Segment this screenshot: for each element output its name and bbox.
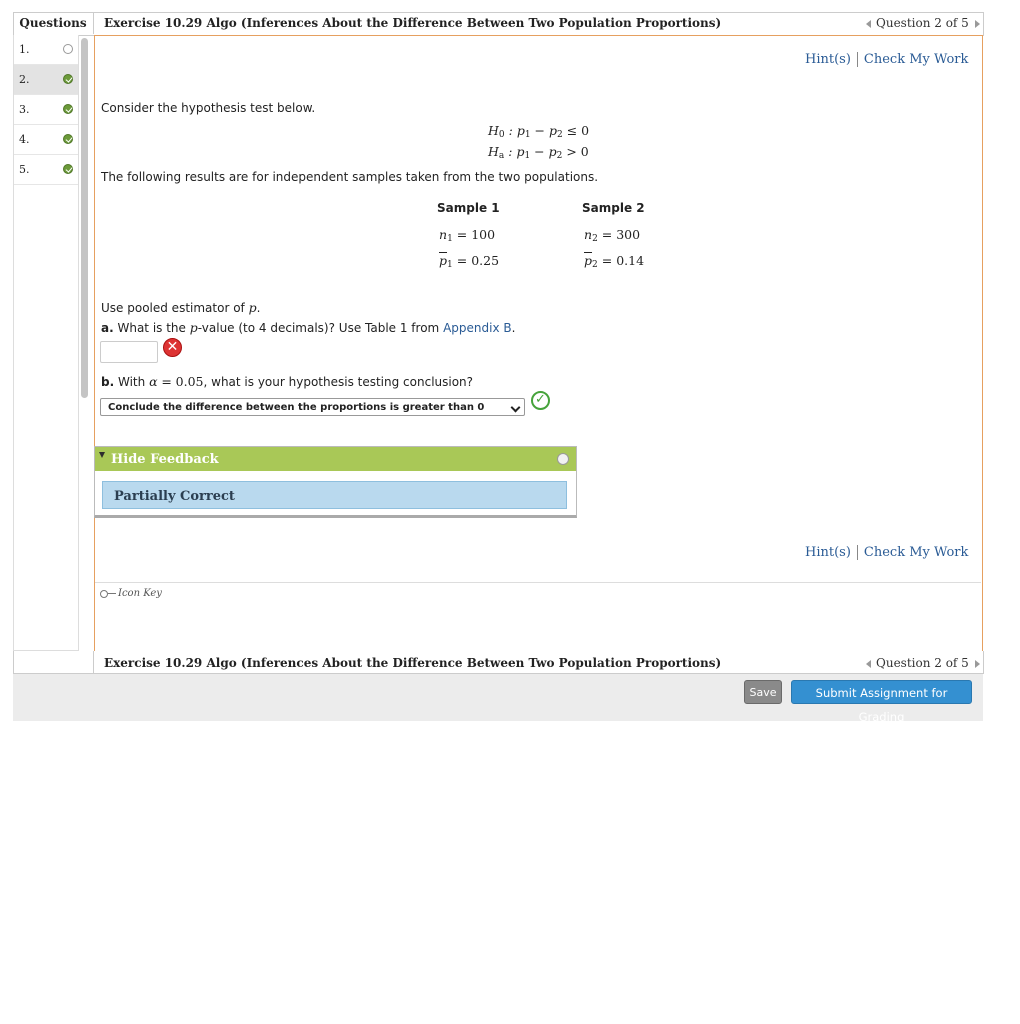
collapse-triangle-icon[interactable] (99, 452, 105, 458)
sidebar-item-1[interactable]: 1. (14, 35, 78, 65)
key-icon (100, 589, 116, 598)
hint-link[interactable]: Hint(s) (805, 52, 851, 67)
check-my-work-link[interactable]: Check My Work (864, 52, 969, 67)
next-question-icon[interactable] (974, 19, 980, 28)
unanswered-status-icon (63, 44, 73, 54)
answered-status-icon (63, 104, 73, 114)
sidebar-item-5[interactable]: 5. (14, 155, 78, 185)
hide-feedback-toggle[interactable]: Hide Feedback (111, 452, 219, 467)
question-navigator-bottom: Question 2 of 5 (866, 652, 980, 674)
exercise-title: Exercise 10.29 Algo (Inferences About th… (104, 16, 722, 30)
answered-status-icon (63, 74, 73, 84)
answered-status-icon (63, 164, 73, 174)
null-hypothesis: H0 : p1 − p2 ≤ 0 (488, 123, 590, 140)
part-b-question: b. With α = 0.05, what is your hypothesi… (101, 374, 474, 389)
question-navigator: Question 2 of 5 (866, 12, 980, 34)
sample1-pbar: p1 = 0.25 (439, 253, 500, 270)
divider (95, 582, 981, 583)
results-text: The following results are for independen… (101, 170, 599, 184)
icon-key[interactable]: Icon Key (100, 588, 162, 599)
prev-question-icon[interactable] (866, 659, 871, 668)
prev-question-icon[interactable] (866, 19, 871, 28)
check-my-work-link[interactable]: Check My Work (864, 545, 969, 560)
hint-link[interactable]: Hint(s) (805, 545, 851, 560)
sidebar-item-2[interactable]: 2. (14, 65, 78, 95)
sidebar-item-4[interactable]: 4. (14, 125, 78, 155)
sample1-n: n1 = 100 (439, 227, 496, 244)
alternative-hypothesis: Ha : p1 − p2 > 0 (488, 144, 589, 161)
sample2-header: Sample 2 (582, 201, 645, 215)
sample2-n: n2 = 300 (584, 227, 641, 244)
feedback-status: Partially Correct (114, 489, 235, 504)
conclusion-select[interactable]: Conclude the difference between the prop… (100, 398, 525, 416)
sidebar-item-number: 5. (19, 163, 30, 176)
problem-intro: Consider the hypothesis test below. (101, 101, 316, 115)
incorrect-icon: ✕ (163, 338, 182, 357)
bottom-left-cell (13, 651, 94, 673)
bottom-hint-bar: Hint(s) Check My Work (805, 545, 968, 560)
p-value-input[interactable] (100, 341, 158, 363)
questions-header: Questions (13, 12, 94, 34)
question-sidebar: 1. 2. 3. 4. 5. (13, 35, 79, 651)
question-nav-label: Question 2 of 5 (876, 656, 969, 670)
appendix-b-link[interactable]: Appendix B (443, 321, 512, 335)
sidebar-item-3[interactable]: 3. (14, 95, 78, 125)
correct-check-icon: ✓ (531, 391, 550, 410)
separator (856, 545, 858, 560)
part-a-question: a. What is the p-value (to 4 decimals)? … (101, 320, 516, 335)
pooled-estimator-text: Use pooled estimator of p. (101, 300, 261, 315)
scrollbar-thumb[interactable] (81, 38, 88, 398)
sidebar-item-number: 1. (19, 43, 30, 56)
save-button[interactable]: Save (744, 680, 782, 704)
chevron-down-icon (510, 402, 521, 413)
sample2-pbar: p2 = 0.14 (584, 253, 645, 270)
separator (856, 52, 858, 67)
sidebar-item-number: 2. (19, 73, 30, 86)
top-hint-bar: Hint(s) Check My Work (805, 52, 968, 67)
conclusion-selected-value: Conclude the difference between the prop… (108, 402, 485, 413)
sidebar-item-number: 4. (19, 133, 30, 146)
next-question-icon[interactable] (974, 659, 980, 668)
question-nav-label: Question 2 of 5 (876, 16, 969, 30)
answered-status-icon (63, 134, 73, 144)
sidebar-item-number: 3. (19, 103, 30, 116)
sample1-header: Sample 1 (437, 201, 500, 215)
submit-assignment-button[interactable]: Submit Assignment for Grading (791, 680, 972, 724)
edit-icon[interactable] (557, 453, 569, 465)
exercise-title-bottom: Exercise 10.29 Algo (Inferences About th… (104, 656, 722, 670)
